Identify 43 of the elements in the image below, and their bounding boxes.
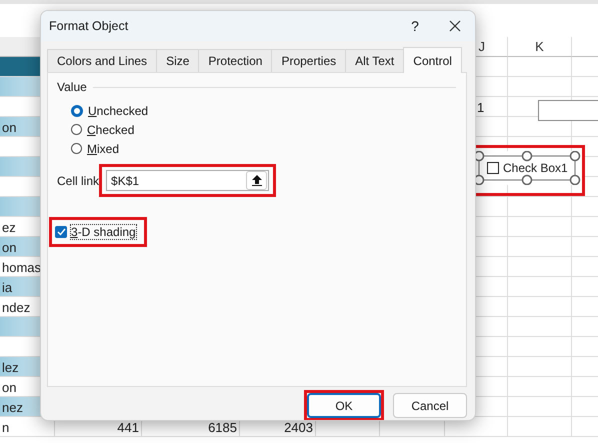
table-cell: [508, 77, 572, 97]
radio-label[interactable]: Unchecked: [88, 104, 148, 118]
table-cell: [508, 417, 572, 437]
checkbox[interactable]: [487, 162, 499, 174]
table-cell: [508, 197, 572, 217]
table-cell: [508, 397, 572, 417]
radio-button[interactable]: [71, 143, 82, 154]
help-button[interactable]: ?: [401, 18, 429, 34]
table-cell: [508, 217, 572, 237]
tab[interactable]: Protection: [198, 49, 272, 72]
table-cell: [508, 297, 572, 317]
tab[interactable]: Colors and Lines: [47, 49, 158, 72]
text-box-shape[interactable]: [538, 100, 598, 121]
table-cell: [508, 357, 572, 377]
close-icon[interactable]: [449, 20, 461, 32]
checkbox-label: Check Box1: [503, 161, 568, 175]
cancel-button[interactable]: Cancel: [393, 393, 467, 418]
radio-label[interactable]: Checked: [87, 122, 134, 136]
table-cell: [508, 377, 572, 397]
tab[interactable]: Control: [403, 47, 462, 73]
table-cell: [508, 337, 572, 357]
table-cell: [508, 57, 572, 77]
field-label: Cell link: [57, 174, 100, 188]
table-cell: [508, 257, 572, 277]
cell-link-field[interactable]: $K$1: [106, 170, 270, 191]
group-label: Value: [57, 80, 87, 94]
window-title: Format Object: [49, 19, 130, 33]
ok-button[interactable]: OK: [307, 393, 381, 418]
table-cell: [508, 277, 572, 297]
table-cell: [508, 237, 572, 257]
table-cell: [508, 317, 572, 337]
collapse-button[interactable]: [246, 171, 268, 190]
column-header[interactable]: K: [508, 37, 572, 57]
checkbox[interactable]: [55, 226, 67, 238]
tab[interactable]: Size: [156, 49, 200, 72]
tab[interactable]: Properties: [271, 49, 346, 72]
checkbox-control[interactable]: Check Box1: [474, 151, 582, 185]
radio-label[interactable]: Mixed: [87, 142, 120, 156]
checkbox-label[interactable]: 3-D shading: [71, 225, 136, 239]
tab[interactable]: Alt Text: [345, 49, 404, 72]
radio-button[interactable]: [71, 104, 83, 116]
up-arrow-icon: [252, 175, 262, 186]
radio-button[interactable]: [71, 124, 82, 135]
